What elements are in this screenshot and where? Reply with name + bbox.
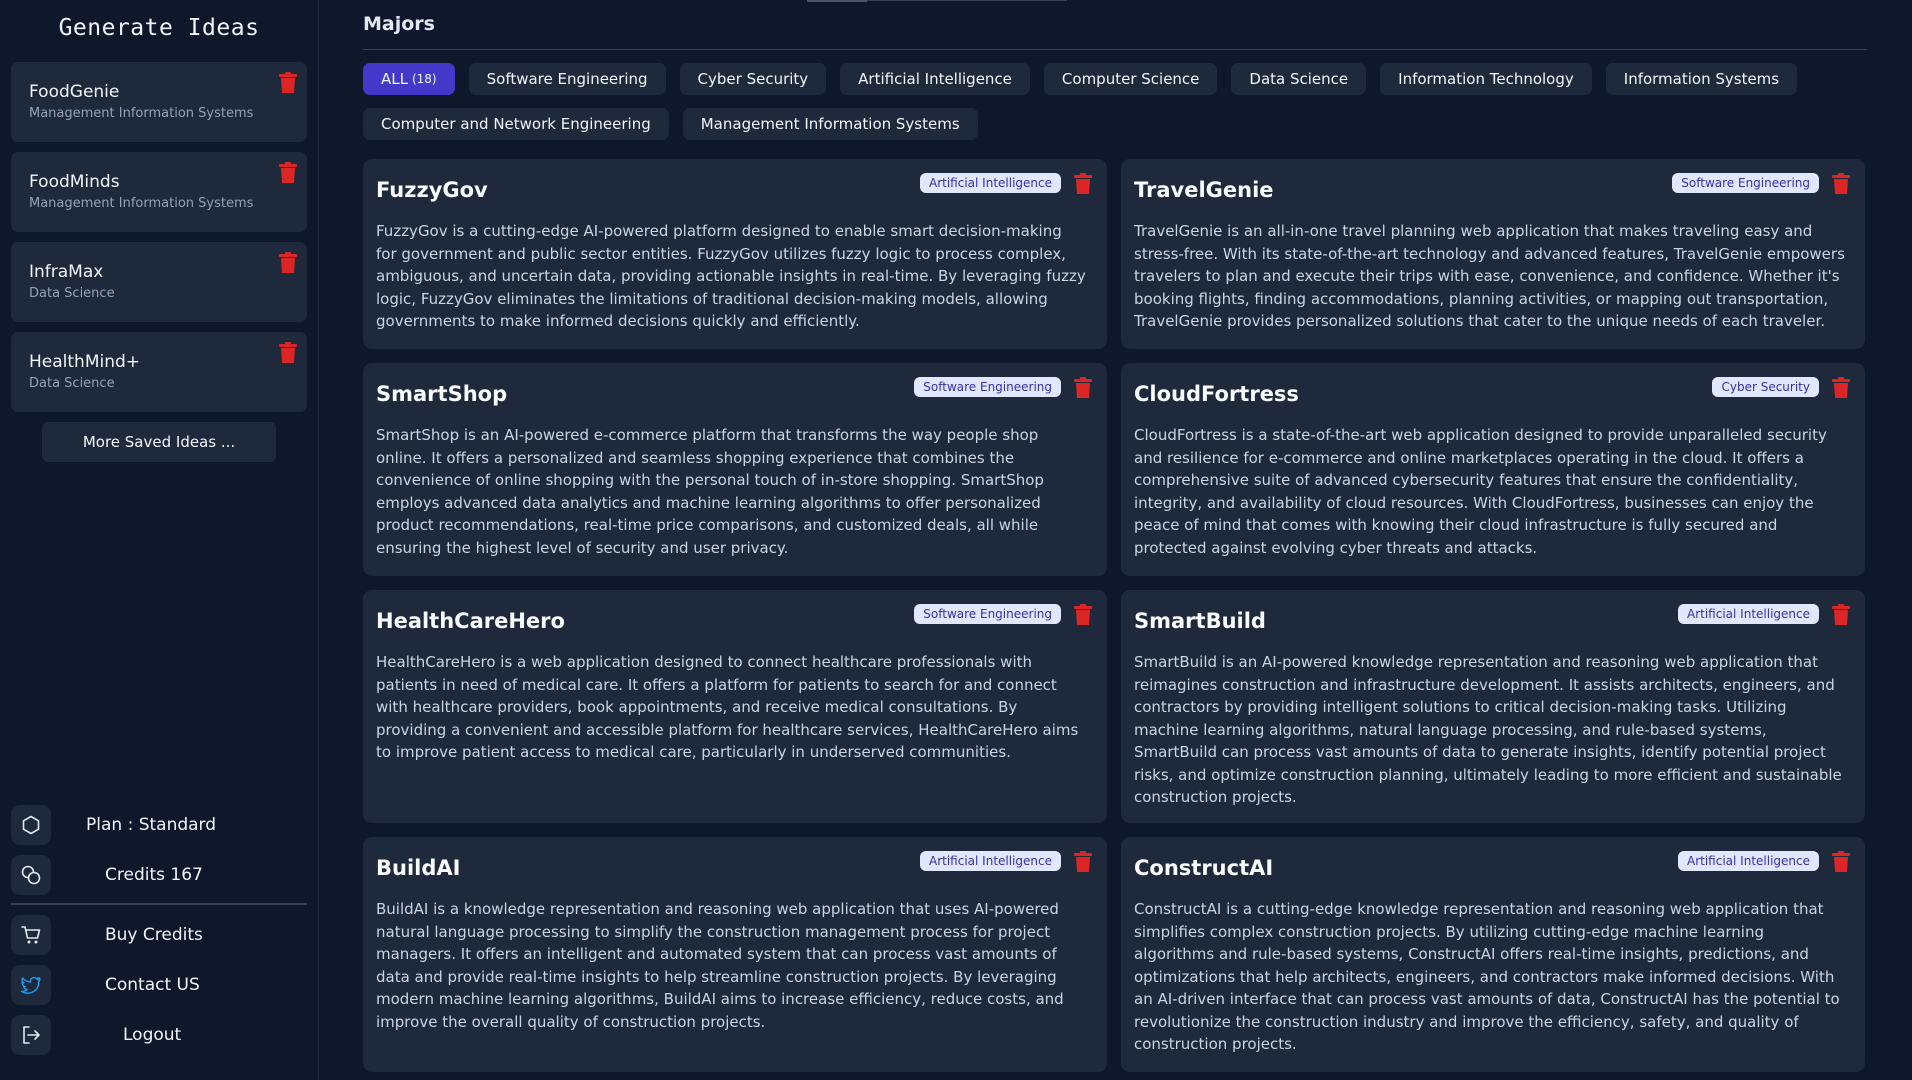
- contact-us-link[interactable]: Contact US: [11, 963, 307, 1007]
- idea-card-description: ConstructAI is a cutting-edge knowledge …: [1134, 900, 1840, 1053]
- major-badge: Artificial Intelligence: [1678, 851, 1819, 871]
- trash-icon[interactable]: [1832, 377, 1850, 398]
- filter-chip-data-science[interactable]: Data Science: [1231, 63, 1367, 95]
- coins-icon: [11, 855, 51, 895]
- idea-card[interactable]: HealthCareHero Software Engineering Heal…: [363, 590, 1107, 823]
- scroll-track: [867, 0, 1067, 1]
- filter-chip-computer-network-engineering[interactable]: Computer and Network Engineering: [363, 108, 669, 140]
- saved-idea-major: Data Science: [29, 376, 115, 391]
- filter-chip-artificial-intelligence[interactable]: Artificial Intelligence: [840, 63, 1030, 95]
- buy-credits-label: Buy Credits: [105, 925, 203, 945]
- saved-idea-name: HealthMind+: [29, 352, 141, 372]
- idea-card[interactable]: SmartBuild Artificial Intelligence Smart…: [1121, 590, 1865, 823]
- major-badge: Software Engineering: [914, 604, 1061, 624]
- trash-icon[interactable]: [279, 342, 297, 363]
- idea-card[interactable]: FuzzyGov Artificial Intelligence FuzzyGo…: [363, 159, 1107, 349]
- trash-icon[interactable]: [1074, 604, 1092, 625]
- trash-icon[interactable]: [1832, 604, 1850, 625]
- major-badge: Software Engineering: [914, 377, 1061, 397]
- credits-row: Credits 167: [11, 853, 307, 897]
- generate-ideas-title[interactable]: Generate Ideas: [11, 0, 307, 62]
- more-saved-ideas-button[interactable]: More Saved Ideas ...: [42, 422, 276, 462]
- filter-chip-information-technology[interactable]: Information Technology: [1380, 63, 1592, 95]
- contact-us-label: Contact US: [105, 975, 200, 995]
- major-filter-bar: ALL (18) Software Engineering Cyber Secu…: [363, 63, 1867, 140]
- filter-chip-management-information-systems[interactable]: Management Information Systems: [682, 108, 978, 140]
- saved-idea-item[interactable]: FoodGenie Management Information Systems: [11, 62, 307, 142]
- trash-icon[interactable]: [279, 72, 297, 93]
- idea-card-description: HealthCareHero is a web application desi…: [376, 653, 1079, 761]
- saved-idea-name: InfraMax: [29, 262, 104, 282]
- majors-heading: Majors: [363, 0, 1867, 50]
- filter-chip-software-engineering[interactable]: Software Engineering: [468, 63, 666, 95]
- saved-idea-major: Management Information Systems: [29, 106, 254, 121]
- saved-idea-item[interactable]: FoodMinds Management Information Systems: [11, 152, 307, 232]
- filter-chip-cyber-security[interactable]: Cyber Security: [679, 63, 827, 95]
- logout-label: Logout: [123, 1025, 182, 1045]
- saved-ideas-list: FoodGenie Management Information Systems…: [11, 62, 307, 412]
- idea-card-description: TravelGenie is an all-in-one travel plan…: [1134, 222, 1845, 330]
- major-badge: Artificial Intelligence: [1678, 604, 1819, 624]
- filter-chip-all[interactable]: ALL (18): [363, 63, 455, 95]
- idea-cards-grid: FuzzyGov Artificial Intelligence FuzzyGo…: [363, 159, 1912, 1072]
- trash-icon[interactable]: [1832, 173, 1850, 194]
- twitter-icon: [11, 965, 51, 1005]
- saved-idea-name: FoodGenie: [29, 82, 120, 102]
- sidebar-account-section: Plan : Standard Credits 167 Buy Credits: [11, 803, 307, 1057]
- plan-label: Plan : Standard: [86, 815, 217, 835]
- saved-idea-item[interactable]: InfraMax Data Science: [11, 242, 307, 322]
- sidebar: Generate Ideas FoodGenie Management Info…: [0, 0, 319, 1080]
- filter-chip-label: ALL: [381, 70, 408, 88]
- filter-chip-count: (18): [411, 72, 437, 86]
- idea-card[interactable]: SmartShop Software Engineering SmartShop…: [363, 363, 1107, 576]
- idea-card-description: FuzzyGov is a cutting-edge AI-powered pl…: [376, 222, 1086, 330]
- filter-chip-computer-science[interactable]: Computer Science: [1043, 63, 1218, 95]
- hexagon-icon: [11, 805, 51, 845]
- trash-icon[interactable]: [279, 162, 297, 183]
- idea-card-description: BuildAI is a knowledge representation an…: [376, 900, 1064, 1031]
- idea-card-description: SmartBuild is an AI-powered knowledge re…: [1134, 653, 1842, 806]
- trash-icon[interactable]: [1074, 377, 1092, 398]
- cart-icon: [11, 915, 51, 955]
- idea-card[interactable]: CloudFortress Cyber Security CloudFortre…: [1121, 363, 1865, 576]
- trash-icon[interactable]: [1832, 851, 1850, 872]
- saved-idea-major: Data Science: [29, 286, 115, 301]
- sidebar-divider: [11, 903, 307, 905]
- idea-card[interactable]: TravelGenie Software Engineering TravelG…: [1121, 159, 1865, 349]
- credits-label: Credits 167: [105, 865, 203, 885]
- saved-idea-name: FoodMinds: [29, 172, 120, 192]
- trash-icon[interactable]: [1074, 173, 1092, 194]
- major-badge: Cyber Security: [1712, 377, 1819, 397]
- idea-card-description: CloudFortress is a state-of-the-art web …: [1134, 426, 1827, 557]
- major-badge: Software Engineering: [1672, 173, 1819, 193]
- saved-idea-item[interactable]: HealthMind+ Data Science: [11, 332, 307, 412]
- trash-icon[interactable]: [1074, 851, 1092, 872]
- idea-card[interactable]: ConstructAI Artificial Intelligence Cons…: [1121, 837, 1865, 1072]
- major-badge: Artificial Intelligence: [920, 851, 1061, 871]
- idea-card[interactable]: BuildAI Artificial Intelligence BuildAI …: [363, 837, 1107, 1072]
- scroll-indicator: [807, 0, 867, 2]
- logout-icon: [11, 1015, 51, 1055]
- logout-link[interactable]: Logout: [11, 1013, 307, 1057]
- filter-chip-information-systems[interactable]: Information Systems: [1605, 63, 1798, 95]
- plan-row: Plan : Standard: [11, 803, 307, 847]
- trash-icon[interactable]: [279, 252, 297, 273]
- idea-card-description: SmartShop is an AI-powered e-commerce pl…: [376, 426, 1044, 557]
- buy-credits-link[interactable]: Buy Credits: [11, 913, 307, 957]
- major-badge: Artificial Intelligence: [920, 173, 1061, 193]
- saved-idea-major: Management Information Systems: [29, 196, 254, 211]
- main-content: Majors ALL (18) Software Engineering Cyb…: [319, 0, 1912, 1080]
